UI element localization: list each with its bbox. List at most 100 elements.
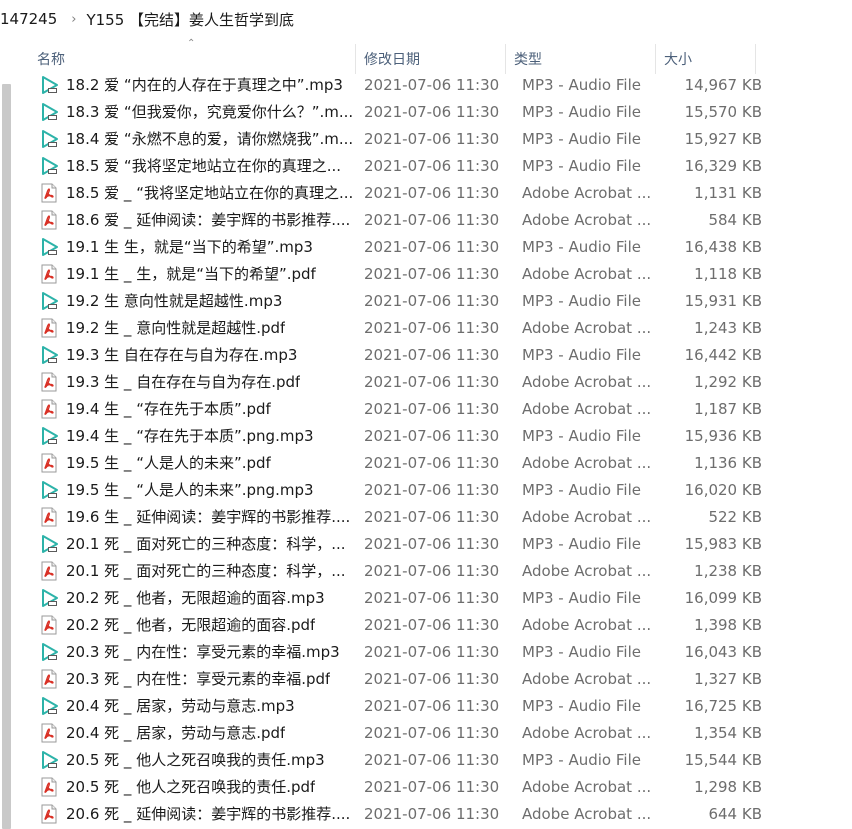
pdf-icon [39,777,59,797]
file-row[interactable]: 20.2 死 _ 他者，无限超逾的面容.mp3 2021-07-06 11:30… [29,584,789,611]
file-date: 2021-07-06 11:30 [364,615,500,634]
file-name-cell[interactable]: 20.4 死 _ 居家，劳动与意志.pdf [29,722,356,743]
file-row[interactable]: 19.4 生 _ “存在先于本质”.pdf 2021-07-06 11:30 A… [29,395,789,422]
file-name-cell[interactable]: 20.5 死 _ 他人之死召唤我的责任.pdf [29,776,356,797]
file-type: MP3 - Audio File [522,642,641,661]
file-name-cell[interactable]: 19.3 生 _ 自在存在与自为存在.pdf [29,371,356,392]
file-type: MP3 - Audio File [522,156,641,175]
file-type: Adobe Acrobat ... [522,399,652,418]
file-row[interactable]: 18.2 爱 “内在的人存在于真理之中”.mp3 2021-07-06 11:3… [29,71,789,98]
pdf-icon [39,453,59,473]
pdf-icon [39,561,59,581]
file-name: 18.5 爱 _ “我将坚定地站立在你的真理之... [66,184,354,202]
file-name: 20.3 死 _ 内在性：享受元素的幸福.pdf [66,670,331,688]
pdf-icon [39,804,59,824]
file-row[interactable]: 20.1 死 _ 面对死亡的三种态度：科学，... 2021-07-06 11:… [29,530,789,557]
file-date: 2021-07-06 11:30 [364,453,500,472]
scrollbar-thumb[interactable] [2,84,11,829]
file-name-cell[interactable]: 18.5 爱 “我将坚定地站立在你的真理之... [29,155,356,176]
file-name-cell[interactable]: 20.6 死 _ 延伸阅读：姜宇辉的书影推荐.... [29,803,356,824]
file-name-cell[interactable]: 19.6 生 _ 延伸阅读：姜宇辉的书影推荐.... [29,506,356,527]
file-row[interactable]: 19.5 生 _ “人是人的未来”.png.mp3 2021-07-06 11:… [29,476,789,503]
file-name-cell[interactable]: 20.3 死 _ 内在性：享受元素的幸福.mp3 [29,641,356,662]
mp3-icon [39,102,59,122]
file-row[interactable]: 19.6 生 _ 延伸阅读：姜宇辉的书影推荐.... 2021-07-06 11… [29,503,789,530]
file-size: 1,238 KB [694,561,762,580]
file-name-cell[interactable]: 20.5 死 _ 他人之死召唤我的责任.mp3 [29,749,356,770]
file-type: MP3 - Audio File [522,426,641,445]
file-name-cell[interactable]: 19.2 生 _ 意向性就是超越性.pdf [29,317,356,338]
file-date: 2021-07-06 11:30 [364,399,500,418]
file-name: 20.5 死 _ 他人之死召唤我的责任.mp3 [66,751,325,769]
file-name-cell[interactable]: 18.4 爱 “永燃不息的爱，请你燃烧我”.m... [29,128,356,149]
file-name-cell[interactable]: 19.1 生 _ 生，就是“当下的希望”.pdf [29,263,356,284]
file-row[interactable]: 20.3 死 _ 内在性：享受元素的幸福.mp3 2021-07-06 11:3… [29,638,789,665]
file-name-cell[interactable]: 19.5 生 _ “人是人的未来”.png.mp3 [29,479,356,500]
column-header-size[interactable]: 大小 [656,44,756,74]
file-row[interactable]: 20.2 死 _ 他者，无限超逾的面容.pdf 2021-07-06 11:30… [29,611,789,638]
file-name-cell[interactable]: 19.1 生 生，就是“当下的希望”.mp3 [29,236,356,257]
file-name-cell[interactable]: 20.3 死 _ 内在性：享受元素的幸福.pdf [29,668,356,689]
file-name-cell[interactable]: 18.3 爱 “但我爱你，究竟爱你什么？”.m... [29,101,356,122]
file-row[interactable]: 18.4 爱 “永燃不息的爱，请你燃烧我”.m... 2021-07-06 11… [29,125,789,152]
file-date: 2021-07-06 11:30 [364,210,500,229]
column-header-type[interactable]: 类型 [506,44,656,74]
file-row[interactable]: 20.5 死 _ 他人之死召唤我的责任.pdf 2021-07-06 11:30… [29,773,789,800]
file-type: MP3 - Audio File [522,129,641,148]
file-name-cell[interactable]: 19.4 生 _ “存在先于本质”.pdf [29,398,356,419]
file-size: 1,298 KB [694,777,762,796]
file-row[interactable]: 20.3 死 _ 内在性：享受元素的幸福.pdf 2021-07-06 11:3… [29,665,789,692]
breadcrumb-parent[interactable]: 147245 [0,10,57,28]
file-row[interactable]: 20.1 死 _ 面对死亡的三种态度：科学，... 2021-07-06 11:… [29,557,789,584]
chevron-right-icon[interactable]: › [71,12,76,27]
file-date: 2021-07-06 11:30 [364,696,500,715]
file-row[interactable]: 19.4 生 _ “存在先于本质”.png.mp3 2021-07-06 11:… [29,422,789,449]
file-name-cell[interactable]: 18.2 爱 “内在的人存在于真理之中”.mp3 [29,74,356,95]
file-row[interactable]: 19.3 生 _ 自在存在与自为存在.pdf 2021-07-06 11:30 … [29,368,789,395]
mp3-icon [39,588,59,608]
file-row[interactable]: 20.4 死 _ 居家，劳动与意志.pdf 2021-07-06 11:30 A… [29,719,789,746]
file-size: 14,967 KB [684,75,762,94]
file-row[interactable]: 19.2 生 意向性就是超越性.mp3 2021-07-06 11:30 MP3… [29,287,789,314]
file-row[interactable]: 19.3 生 自在存在与自为存在.mp3 2021-07-06 11:30 MP… [29,341,789,368]
file-name-cell[interactable]: 18.5 爱 _ “我将坚定地站立在你的真理之... [29,182,356,203]
vertical-scrollbar[interactable] [0,40,14,829]
file-row[interactable]: 18.5 爱 _ “我将坚定地站立在你的真理之... 2021-07-06 11… [29,179,789,206]
file-type: MP3 - Audio File [522,534,641,553]
file-row[interactable]: 18.5 爱 “我将坚定地站立在你的真理之... 2021-07-06 11:3… [29,152,789,179]
file-name-cell[interactable]: 20.2 死 _ 他者，无限超逾的面容.mp3 [29,587,356,608]
file-name-cell[interactable]: 19.4 生 _ “存在先于本质”.png.mp3 [29,425,356,446]
file-date: 2021-07-06 11:30 [364,156,500,175]
file-row[interactable]: 19.1 生 _ 生，就是“当下的希望”.pdf 2021-07-06 11:3… [29,260,789,287]
file-name: 19.4 生 _ “存在先于本质”.png.mp3 [66,427,314,445]
file-name-cell[interactable]: 20.1 死 _ 面对死亡的三种态度：科学，... [29,533,356,554]
file-name: 20.5 死 _ 他人之死召唤我的责任.pdf [66,778,316,796]
file-type: Adobe Acrobat ... [522,723,652,742]
mp3-icon [39,534,59,554]
file-name: 19.6 生 _ 延伸阅读：姜宇辉的书影推荐.... [66,508,351,526]
column-header-date[interactable]: 修改日期 [356,44,506,74]
breadcrumb-current[interactable]: Y155 【完结】姜人生哲学到底 [86,9,294,30]
file-name-cell[interactable]: 18.6 爱 _ 延伸阅读：姜宇辉的书影推荐.... [29,209,356,230]
file-row[interactable]: 19.2 生 _ 意向性就是超越性.pdf 2021-07-06 11:30 A… [29,314,789,341]
file-row[interactable]: 18.6 爱 _ 延伸阅读：姜宇辉的书影推荐.... 2021-07-06 11… [29,206,789,233]
file-name-cell[interactable]: 19.3 生 自在存在与自为存在.mp3 [29,344,356,365]
file-date: 2021-07-06 11:30 [364,750,500,769]
file-name-cell[interactable]: 19.5 生 _ “人是人的未来”.pdf [29,452,356,473]
column-header-name[interactable]: ⌃ 名称 [29,38,356,74]
file-name: 19.5 生 _ “人是人的未来”.pdf [66,454,271,472]
file-row[interactable]: 20.5 死 _ 他人之死召唤我的责任.mp3 2021-07-06 11:30… [29,746,789,773]
file-row[interactable]: 18.3 爱 “但我爱你，究竟爱你什么？”.m... 2021-07-06 11… [29,98,789,125]
file-row[interactable]: 20.6 死 _ 延伸阅读：姜宇辉的书影推荐.... 2021-07-06 11… [29,800,789,827]
pdf-icon [39,507,59,527]
file-name-cell[interactable]: 20.1 死 _ 面对死亡的三种态度：科学，... [29,560,356,581]
file-name-cell[interactable]: 19.2 生 意向性就是超越性.mp3 [29,290,356,311]
file-row[interactable]: 19.1 生 生，就是“当下的希望”.mp3 2021-07-06 11:30 … [29,233,789,260]
column-header-size-label: 大小 [664,52,692,68]
file-row[interactable]: 20.4 死 _ 居家，劳动与意志.mp3 2021-07-06 11:30 M… [29,692,789,719]
file-type: Adobe Acrobat ... [522,804,652,823]
file-date: 2021-07-06 11:30 [364,75,500,94]
file-name-cell[interactable]: 20.4 死 _ 居家，劳动与意志.mp3 [29,695,356,716]
file-name-cell[interactable]: 20.2 死 _ 他者，无限超逾的面容.pdf [29,614,356,635]
file-row[interactable]: 19.5 生 _ “人是人的未来”.pdf 2021-07-06 11:30 A… [29,449,789,476]
